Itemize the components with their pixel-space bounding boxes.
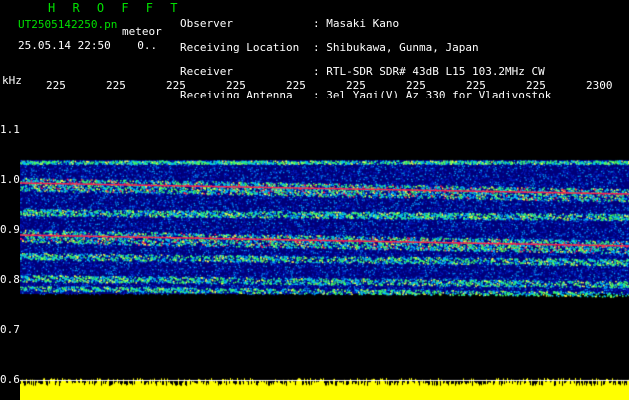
x-tick-label: 2300 xyxy=(586,79,613,92)
meteor-count: 0.. xyxy=(137,39,158,52)
y-tick-label: 1.0 xyxy=(0,173,20,186)
x-tick-label: 225 xyxy=(526,79,546,92)
observer-label: Observer xyxy=(180,17,233,30)
y-axis-unit: kHz xyxy=(2,74,22,87)
datetime: 25.05.14 22:50 0.. xyxy=(18,40,157,52)
x-tick-label: 225 xyxy=(166,79,186,92)
y-tick-label: 0.7 xyxy=(0,323,20,336)
file-name: UT2505142250.pn xyxy=(18,18,118,31)
meteor-label: meteor xyxy=(122,25,162,38)
location-value: Shibukawa, Gunma, Japan xyxy=(326,41,479,54)
y-tick-label: 0.9 xyxy=(0,223,20,236)
x-tick-label: 225 xyxy=(226,79,246,92)
datetime-value: 25.05.14 22:50 xyxy=(18,39,111,52)
location-row: Receiving Location: Shibukawa, Gunma, Ja… xyxy=(180,41,479,54)
receiver-value: RTL-SDR SDR# 43dB L15 103.2MHz CW xyxy=(326,65,545,78)
x-tick-label: 225 xyxy=(106,79,126,92)
observer-row: Observer: Masaki Kano xyxy=(180,17,400,30)
y-tick-label: 0.8 xyxy=(0,273,20,286)
spectrogram-canvas xyxy=(20,98,629,400)
x-tick-label: 225 xyxy=(466,79,486,92)
y-tick-label: 1.1 xyxy=(0,123,20,136)
app-brand: H R O F F T xyxy=(48,1,183,15)
receiver-label: Receiver xyxy=(180,65,233,78)
x-tick-label: 225 xyxy=(286,79,306,92)
x-tick-label: 225 xyxy=(46,79,66,92)
x-tick-label: 225 xyxy=(346,79,366,92)
y-tick-label: 0.6 xyxy=(0,373,20,386)
location-label: Receiving Location xyxy=(180,41,300,54)
x-tick-label: 225 xyxy=(406,79,426,92)
observer-value: Masaki Kano xyxy=(326,17,400,30)
spectrogram xyxy=(20,98,629,400)
receiver-row: Receiver: RTL-SDR SDR# 43dB L15 103.2MHz… xyxy=(180,65,545,78)
